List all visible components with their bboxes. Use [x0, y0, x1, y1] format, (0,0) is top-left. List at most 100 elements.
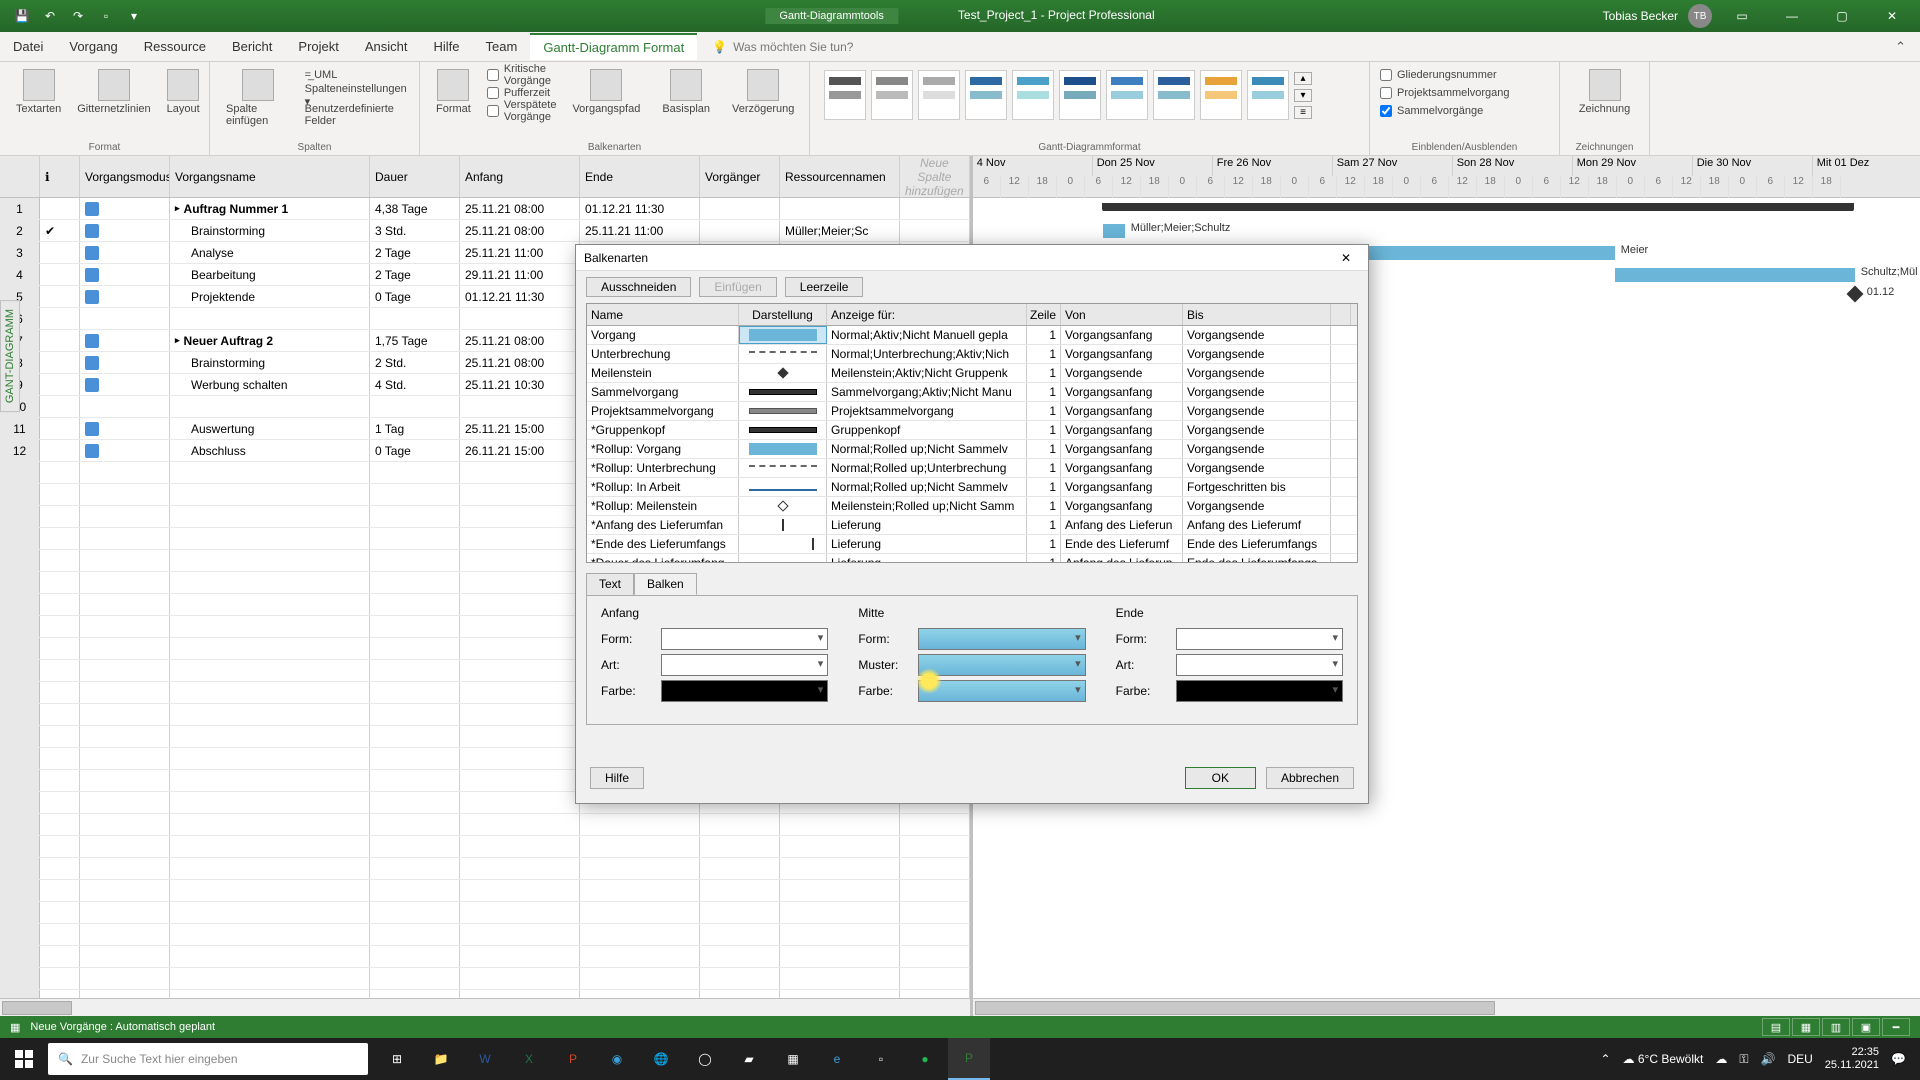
view-tab-vertical[interactable]: GANT-DIAGRAMM	[0, 300, 20, 412]
tab-balken[interactable]: Balken	[634, 573, 697, 595]
col-mode[interactable]: Vorgangsmodus	[80, 156, 170, 197]
style-7[interactable]	[1106, 70, 1148, 120]
btn-layout[interactable]: Layout	[161, 66, 206, 118]
barstyle-row[interactable]: UnterbrechungNormal;Unterbrechung;Aktiv;…	[587, 345, 1357, 364]
tab-ressource[interactable]: Ressource	[131, 34, 219, 59]
close-icon[interactable]: ✕	[1872, 0, 1912, 32]
gallery-down-icon[interactable]: ▾	[1294, 89, 1312, 102]
barstyle-row[interactable]: *Dauer des LieferumfangLieferung1Anfang …	[587, 554, 1357, 562]
col-res[interactable]: Ressourcennamen	[780, 156, 900, 197]
barstyle-row[interactable]: *Ende des LieferumfangsLieferung1Ende de…	[587, 535, 1357, 554]
qat-more-icon[interactable]: ▾	[124, 6, 144, 26]
style-9[interactable]	[1200, 70, 1242, 120]
dialog-close-icon[interactable]: ✕	[1332, 247, 1360, 269]
col-end[interactable]: Ende	[580, 156, 700, 197]
chk-verspaetet[interactable]: Verspätete Vorgänge	[487, 102, 557, 120]
tb-ie-icon[interactable]: e	[816, 1038, 858, 1080]
undo-icon[interactable]: ↶	[40, 6, 60, 26]
opt-uml[interactable]: =̲ UML	[305, 66, 409, 84]
tray-notifications-icon[interactable]: 💬	[1891, 1052, 1906, 1066]
col-rownum[interactable]	[0, 156, 40, 197]
btn-abbrechen[interactable]: Abbrechen	[1266, 767, 1354, 789]
summary-bar-1[interactable]	[1103, 203, 1853, 211]
empty-row[interactable]	[0, 902, 970, 924]
taskbar-search[interactable]: 🔍 Zur Suche Text hier eingeben	[48, 1043, 368, 1075]
tab-datei[interactable]: Datei	[0, 34, 56, 59]
btn-zeichnung[interactable]: Zeichnung	[1570, 66, 1639, 118]
btn-spalte-einfuegen[interactable]: Spalte einfügen	[220, 66, 297, 130]
cmb-anfang-form[interactable]	[661, 628, 828, 650]
style-gallery[interactable]: ▴ ▾ ≡	[820, 66, 1359, 124]
tray-expand-icon[interactable]: ⌃	[1600, 1052, 1610, 1066]
barstyle-row[interactable]: ProjektsammelvorgangProjektsammelvorgang…	[587, 402, 1357, 421]
hdr-name[interactable]: Name	[587, 304, 739, 325]
task-row[interactable]: 1 ▸Auftrag Nummer 1 4,38 Tage25.11.21 08…	[0, 198, 970, 220]
user-avatar[interactable]: TB	[1688, 4, 1712, 28]
gallery-up-icon[interactable]: ▴	[1294, 72, 1312, 85]
save-icon[interactable]: 💾	[12, 6, 32, 26]
barstyle-row[interactable]: *Rollup: UnterbrechungNormal;Rolled up;U…	[587, 459, 1357, 478]
hdr-zeile[interactable]: Zeile	[1027, 304, 1061, 325]
btn-ok[interactable]: OK	[1185, 767, 1256, 789]
btn-format[interactable]: Format	[430, 66, 477, 120]
minimize-icon[interactable]: ―	[1772, 0, 1812, 32]
btn-gitter[interactable]: Gitternetzlinien	[71, 66, 156, 118]
gantt-hscroll[interactable]	[973, 998, 1920, 1016]
style-8[interactable]	[1153, 70, 1195, 120]
task-bar-4[interactable]	[1615, 268, 1855, 282]
task-row[interactable]: 2 ✔ Brainstorming 3 Std.25.11.21 08:0025…	[0, 220, 970, 242]
tb-app3-icon[interactable]: ▫	[860, 1038, 902, 1080]
tab-text[interactable]: Text	[586, 573, 634, 595]
style-4[interactable]	[965, 70, 1007, 120]
btn-verzoegerung[interactable]: Verzögerung	[726, 66, 800, 120]
view-1-icon[interactable]: ▤	[1762, 1018, 1790, 1036]
tab-hilfe[interactable]: Hilfe	[421, 34, 473, 59]
col-start[interactable]: Anfang	[460, 156, 580, 197]
tb-excel-icon[interactable]: X	[508, 1038, 550, 1080]
ribbon-opts-icon[interactable]: ▭	[1722, 0, 1762, 32]
cmb-ende-art[interactable]	[1176, 654, 1343, 676]
empty-row[interactable]	[0, 968, 970, 990]
tab-bericht[interactable]: Bericht	[219, 34, 285, 59]
barstyle-row[interactable]: *Rollup: VorgangNormal;Rolled up;Nicht S…	[587, 440, 1357, 459]
empty-row[interactable]	[0, 836, 970, 858]
chk-kritisch[interactable]: Kritische Vorgänge	[487, 66, 557, 84]
cmb-ende-form[interactable]	[1176, 628, 1343, 650]
empty-row[interactable]	[0, 946, 970, 968]
table-body[interactable]: VorgangNormal;Aktiv;Nicht Manuell gepla1…	[587, 326, 1357, 562]
btn-spalten-settings[interactable]: Spalteneinstellungen ▾	[305, 86, 409, 104]
btn-hilfe[interactable]: Hilfe	[590, 767, 644, 789]
col-pred[interactable]: Vorgänger	[700, 156, 780, 197]
btn-leerzeile[interactable]: Leerzeile	[785, 277, 864, 297]
empty-row[interactable]	[0, 880, 970, 902]
view-4-icon[interactable]: ▣	[1852, 1018, 1880, 1036]
tb-chrome-icon[interactable]: 🌐	[640, 1038, 682, 1080]
tab-team[interactable]: Team	[473, 34, 531, 59]
cmb-mitte-muster[interactable]	[918, 654, 1085, 676]
tb-obs-icon[interactable]: ◯	[684, 1038, 726, 1080]
view-shortcuts[interactable]: ▤ ▦ ▥ ▣ ━	[1762, 1018, 1910, 1036]
col-dur[interactable]: Dauer	[370, 156, 460, 197]
barstyle-row[interactable]: *Anfang des LieferumfanLieferung1Anfang …	[587, 516, 1357, 535]
weather[interactable]: ☁ 6°C Bewölkt	[1623, 1052, 1704, 1066]
cmb-anfang-art[interactable]	[661, 654, 828, 676]
btn-vorgangspfad[interactable]: Vorgangspfad	[566, 66, 646, 120]
style-10[interactable]	[1247, 70, 1289, 120]
dialog-titlebar[interactable]: Balkenarten ✕	[576, 245, 1368, 271]
tb-app1-icon[interactable]: ▰	[728, 1038, 770, 1080]
btn-basisplan[interactable]: Basisplan	[656, 66, 716, 120]
view-5-icon[interactable]: ━	[1882, 1018, 1910, 1036]
maximize-icon[interactable]: ▢	[1822, 0, 1862, 32]
style-1[interactable]	[824, 70, 866, 120]
empty-row[interactable]	[0, 858, 970, 880]
empty-row[interactable]	[0, 814, 970, 836]
tb-project-icon[interactable]: P	[948, 1038, 990, 1080]
hdr-anzeige[interactable]: Anzeige für:	[827, 304, 1027, 325]
start-button[interactable]	[0, 1038, 48, 1080]
style-2[interactable]	[871, 70, 913, 120]
hdr-bis[interactable]: Bis	[1183, 304, 1331, 325]
tray-lang[interactable]: DEU	[1787, 1052, 1812, 1066]
tb-explorer-icon[interactable]: 📁	[420, 1038, 462, 1080]
col-indicator[interactable]: ℹ	[40, 156, 80, 197]
style-3[interactable]	[918, 70, 960, 120]
